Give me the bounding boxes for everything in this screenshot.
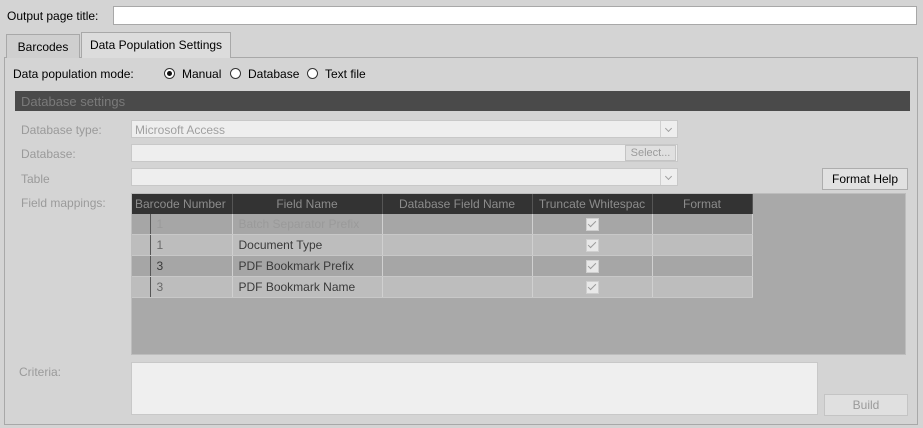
barcode-number-cell[interactable]: 3 [150,276,233,298]
output-page-title-input[interactable] [113,6,917,25]
radio-text-file[interactable] [307,68,318,79]
table-label: Table [21,172,50,186]
field-name-cell[interactable]: PDF Bookmark Name [232,276,383,298]
table-row[interactable]: 3 PDF Bookmark Name [132,276,753,298]
output-page-title-label: Output page title: [7,9,99,23]
checkbox-checked-icon[interactable] [585,260,599,274]
chevron-down-icon[interactable] [660,121,677,137]
radio-manual-label[interactable]: Manual [182,67,221,81]
database-type-value: Microsoft Access [135,123,226,137]
field-name-cell[interactable]: Batch Separator Prefix [232,214,383,235]
database-field-name-cell[interactable] [382,255,533,277]
row-header[interactable] [132,276,151,298]
column-header-barcode-number[interactable]: Barcode Number [132,194,233,214]
format-cell[interactable] [652,255,753,277]
checkbox-checked-icon[interactable] [585,218,599,232]
database-settings-title: Database settings [21,94,126,109]
format-help-button[interactable]: Format Help [822,168,908,190]
format-cell[interactable] [652,276,753,298]
format-cell[interactable] [652,214,753,235]
field-mappings-label: Field mappings: [21,196,106,210]
database-label: Database: [21,147,76,161]
barcode-number-cell[interactable]: 1 [150,214,233,235]
row-header[interactable] [132,214,151,235]
column-header-field-name[interactable]: Field Name [232,194,383,214]
truncate-whitespace-cell[interactable] [532,234,653,256]
database-path-input[interactable] [131,144,678,162]
field-name-cell[interactable]: PDF Bookmark Prefix [232,255,383,277]
tab-barcodes[interactable]: Barcodes [6,34,80,58]
tab-data-population-settings-label: Data Population Settings [89,38,223,52]
column-header-format[interactable]: Format [652,194,753,214]
tab-data-population-settings[interactable]: Data Population Settings [81,32,231,58]
radio-database[interactable] [230,68,241,79]
database-field-name-cell[interactable] [382,234,533,256]
format-cell[interactable] [652,234,753,256]
truncate-whitespace-cell[interactable] [532,255,653,277]
criteria-label: Criteria: [19,365,62,379]
database-type-select[interactable]: Microsoft Access [131,120,678,138]
row-header[interactable] [132,234,151,256]
barcode-number-cell[interactable]: 1 [150,234,233,256]
row-header[interactable] [132,255,151,277]
table-row[interactable]: 3 PDF Bookmark Prefix [132,255,753,277]
checkbox-checked-icon[interactable] [585,239,599,253]
database-field-name-cell[interactable] [382,276,533,298]
database-field-name-cell[interactable] [382,214,533,235]
truncate-whitespace-cell[interactable] [532,276,653,298]
criteria-textarea[interactable] [131,362,818,415]
tab-barcodes-label: Barcodes [17,40,69,54]
truncate-whitespace-cell[interactable] [532,214,653,235]
column-header-database-field-name[interactable]: Database Field Name [382,194,533,214]
build-button[interactable]: Build [824,394,908,416]
table-select[interactable] [131,168,678,186]
select-database-button[interactable]: Select... [625,145,676,161]
field-name-cell[interactable]: Document Type [232,234,383,256]
table-row[interactable]: 1 Document Type [132,234,753,256]
barcode-number-cell[interactable]: 3 [150,255,233,277]
table-row[interactable]: 1 Batch Separator Prefix [132,214,753,235]
data-population-mode-label: Data population mode: [13,67,134,81]
radio-database-label[interactable]: Database [248,67,299,81]
database-type-label: Database type: [21,123,102,137]
radio-selected-dot [167,71,172,76]
column-header-truncate-whitespace[interactable]: Truncate Whitespac [532,194,653,214]
radio-text-file-label[interactable]: Text file [325,67,366,81]
field-mappings-grid: Barcode Number Field Name Database Field… [132,194,753,298]
grid-header-row: Barcode Number Field Name Database Field… [132,194,753,214]
database-settings-header: Database settings [15,91,910,111]
checkbox-checked-icon[interactable] [585,281,599,295]
radio-manual[interactable] [164,68,175,79]
chevron-down-icon[interactable] [660,169,677,185]
